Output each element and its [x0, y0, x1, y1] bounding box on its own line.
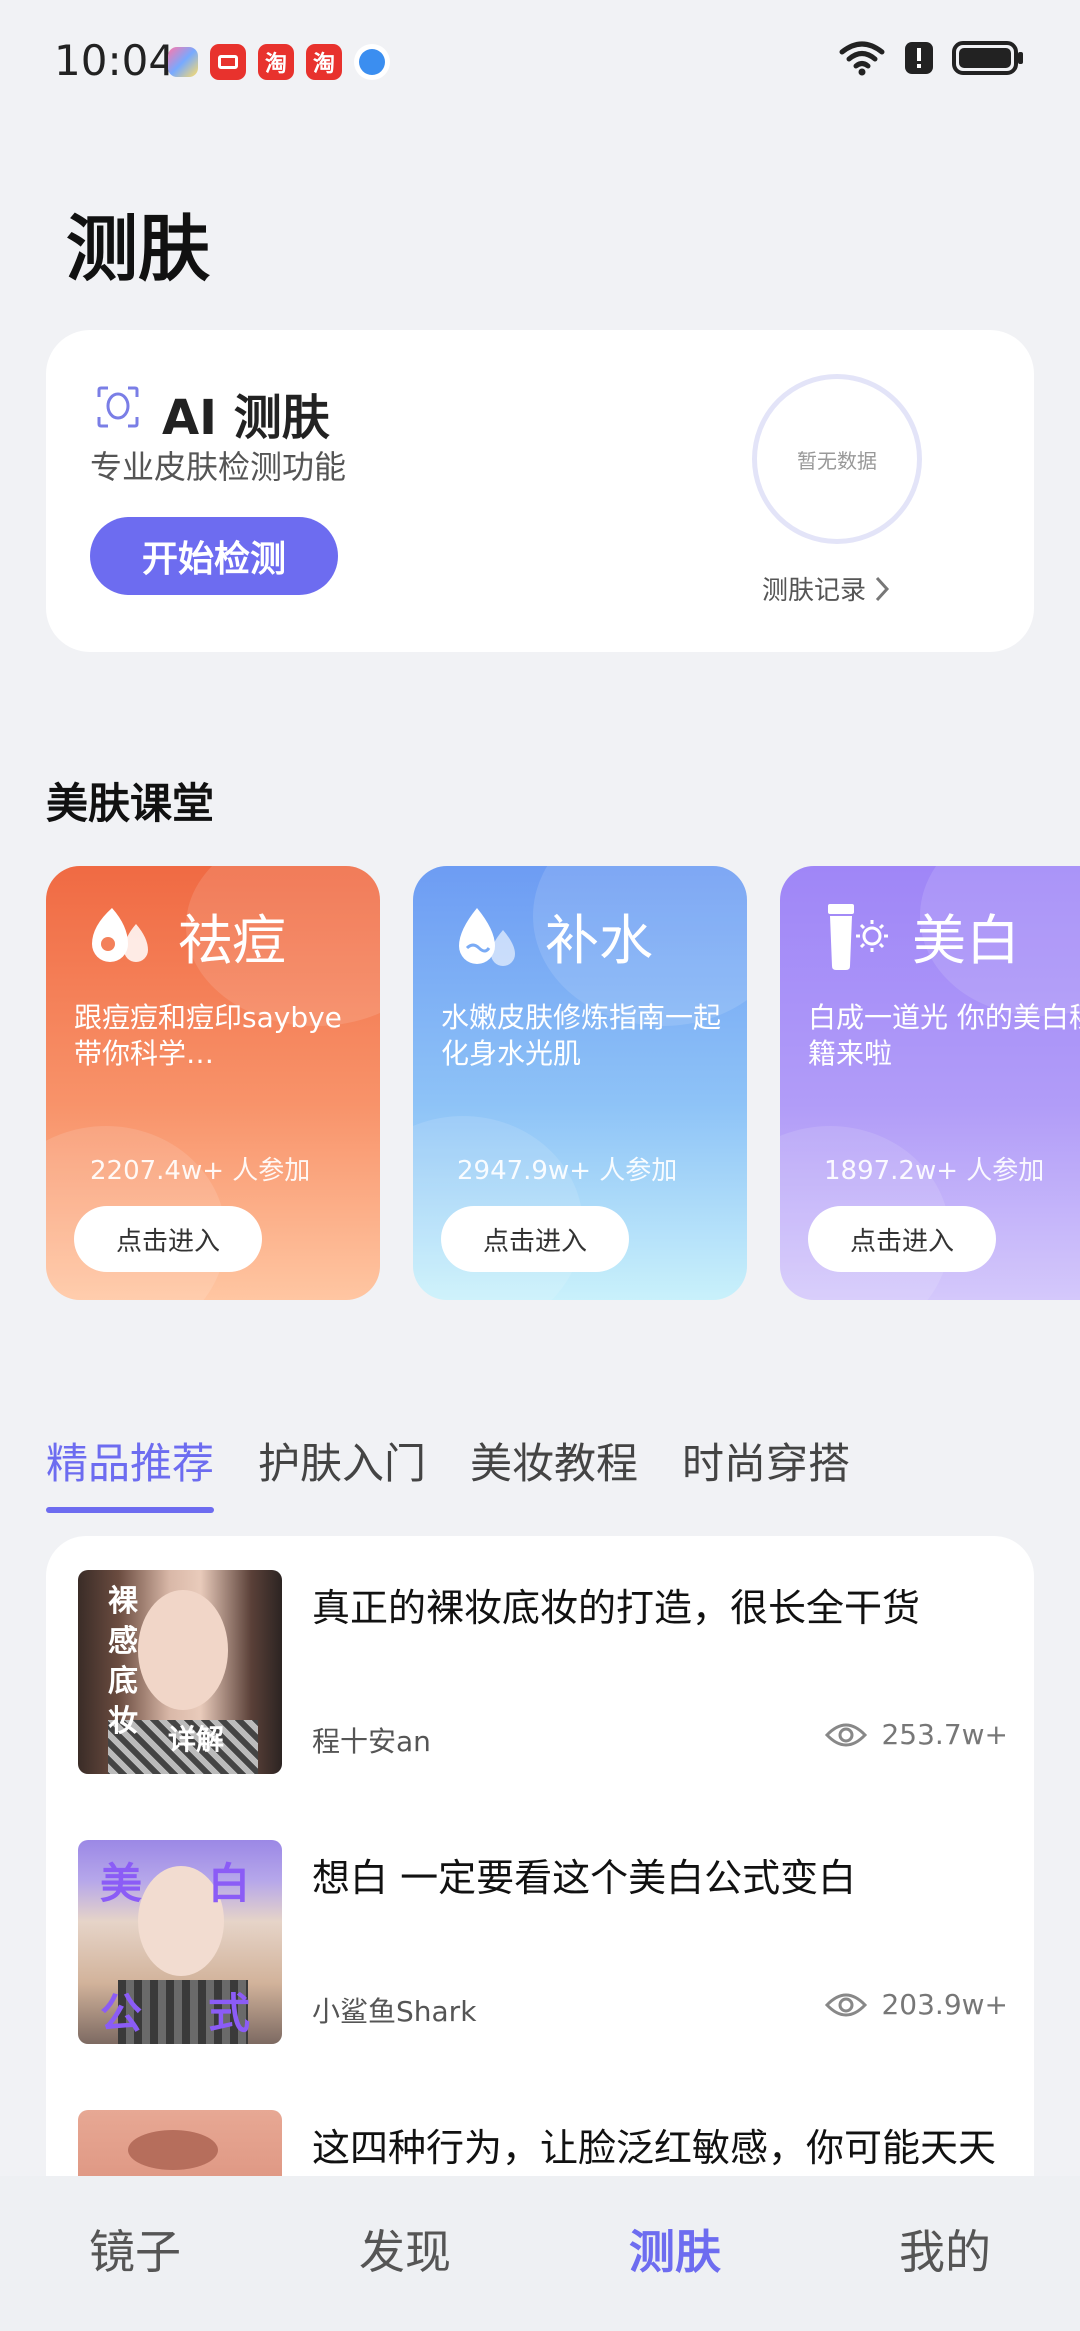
ai-card-subtitle: 专业皮肤检测功能 [90, 448, 347, 486]
list-item[interactable]: 这四种行为，让脸泛红敏感，你可能天天都在做 [78, 2110, 1008, 2176]
course-card-hydrate[interactable]: 补水 水嫩皮肤修炼指南一起化身水光肌 2947.9w+ 人参加 点击进入 [413, 866, 747, 1300]
list-item[interactable]: 美 白 公 式 想白 一定要看这个美白公式变白 小鲨鱼Shark 203.9w+ [78, 1840, 1008, 2044]
article-view-count: 203.9w+ [881, 1988, 1008, 2021]
article-thumbnail: 美 白 公 式 [78, 1840, 282, 2044]
course-enter-button[interactable]: 点击进入 [808, 1206, 996, 1272]
course-title: 祛痘 [178, 909, 286, 972]
skin-record-label: 测肤记录 [762, 576, 867, 606]
page-title: 测肤 [66, 207, 211, 291]
bottom-navigation: 镜子 发现 测肤 我的 [0, 2176, 1080, 2331]
course-enter-button[interactable]: 点击进入 [74, 1206, 262, 1272]
article-thumbnail [78, 2110, 282, 2176]
article-thumbnail: 裸 感 底 妆 详解 [78, 1570, 282, 1774]
alert-icon [905, 42, 933, 74]
ring-empty-text: 暂无数据 [797, 448, 877, 473]
course-card-acne[interactable]: 祛痘 跟痘痘和痘印saybye 带你科学… 2207.4w+ 人参加 点击进入 [46, 866, 380, 1300]
article-views: 203.9w+ [825, 1988, 1008, 2021]
status-time: 10:04 [54, 36, 176, 85]
status-bar: 10:04 淘 淘 [0, 0, 1080, 120]
nav-skin-test[interactable]: 测肤 [540, 2176, 810, 2331]
course-description: 跟痘痘和痘印saybye 带你科学… [74, 1001, 342, 1070]
thumbnail-caption: 白 [208, 1859, 251, 1908]
course-carousel[interactable]: 祛痘 跟痘痘和痘印saybye 带你科学… 2207.4w+ 人参加 点击进入 … [46, 866, 1080, 1302]
course-participants: 2947.9w+ 人参加 [457, 1156, 678, 1186]
face-scan-icon [97, 386, 139, 428]
article-author: 程十安an [312, 1725, 431, 1758]
course-participants: 1897.2w+ 人参加 [824, 1156, 1045, 1186]
course-description: 水嫩皮肤修炼指南一起化身水光肌 [441, 1001, 722, 1070]
skin-score-ring: 暂无数据 [752, 374, 922, 544]
notification-icons: 淘 淘 [168, 44, 390, 80]
acne-icon [92, 908, 148, 962]
course-card-whitening[interactable]: 美白 白成一道光 你的美白秘籍来啦 1897.2w+ 人参加 点击进入 [780, 866, 1080, 1300]
article-list: 裸 感 底 妆 详解 真正的裸妆底妆的打造，很长全干货 程十安an 253.7w… [46, 1536, 1034, 2176]
start-detection-button[interactable]: 开始检测 [90, 517, 338, 595]
course-participants: 2207.4w+ 人参加 [90, 1156, 311, 1186]
water-drop-icon [459, 908, 515, 966]
tab-skincare-basics[interactable]: 护肤入门 [258, 1430, 426, 1513]
nav-mine[interactable]: 我的 [810, 2176, 1080, 2331]
taobao-icon: 淘 [258, 44, 294, 80]
thumbnail-caption: 式 [208, 1989, 251, 2038]
thumbnail-caption: 公 [100, 1989, 143, 2038]
wifi-icon [839, 41, 885, 76]
content-tabs: 精品推荐 护肤入门 美妆教程 时尚穿搭 [46, 1430, 850, 1513]
chevron-right-icon [875, 576, 890, 601]
nav-discover[interactable]: 发现 [270, 2176, 540, 2331]
skin-detail [128, 2130, 218, 2170]
section-title-beauty-class: 美肤课堂 [46, 779, 215, 828]
course-enter-button[interactable]: 点击进入 [441, 1206, 629, 1272]
article-view-count: 253.7w+ [881, 1718, 1008, 1751]
course-description: 白成一道光 你的美白秘籍来啦 [808, 1001, 1080, 1070]
article-title: 想白 一定要看这个美白公式变白 [312, 1856, 857, 1900]
app-icon-red [210, 44, 246, 80]
ai-skin-test-card: AI 测肤 专业皮肤检测功能 开始检测 暂无数据 测肤记录 [46, 330, 1034, 652]
article-title: 这四种行为，让脸泛红敏感，你可能天天都在做 [312, 2126, 997, 2170]
tab-featured[interactable]: 精品推荐 [46, 1430, 215, 1513]
face-shape [138, 1590, 228, 1710]
taobao-icon: 淘 [306, 44, 342, 80]
ai-card-title: AI 测肤 [162, 390, 330, 446]
thumbnail-caption: 美 [100, 1859, 143, 1908]
tab-makeup-tutorial[interactable]: 美妆教程 [470, 1430, 638, 1513]
article-views: 253.7w+ [825, 1718, 1008, 1751]
article-author: 小鲨鱼Shark [312, 1995, 477, 2028]
thumbnail-caption-extra: 详解 [168, 1723, 225, 1756]
eye-icon [825, 1723, 868, 1746]
course-title: 美白 [912, 909, 1020, 972]
tab-fashion[interactable]: 时尚穿搭 [682, 1430, 850, 1513]
status-indicators [838, 40, 1024, 76]
course-title: 补水 [545, 909, 653, 972]
thumbnail-caption: 裸 感 底 妆 [108, 1584, 138, 1739]
app-icon-colorful [168, 47, 198, 77]
eye-icon [825, 1993, 868, 2016]
battery-icon [952, 41, 1023, 75]
sunscreen-icon [828, 904, 888, 970]
skin-record-link[interactable]: 测肤记录 [762, 570, 892, 607]
article-title: 真正的裸妆底妆的打造，很长全干货 [312, 1586, 921, 1630]
list-item[interactable]: 裸 感 底 妆 详解 真正的裸妆底妆的打造，很长全干货 程十安an 253.7w… [78, 1570, 1008, 1774]
nav-mirror[interactable]: 镜子 [0, 2176, 270, 2331]
browser-icon [354, 44, 390, 80]
